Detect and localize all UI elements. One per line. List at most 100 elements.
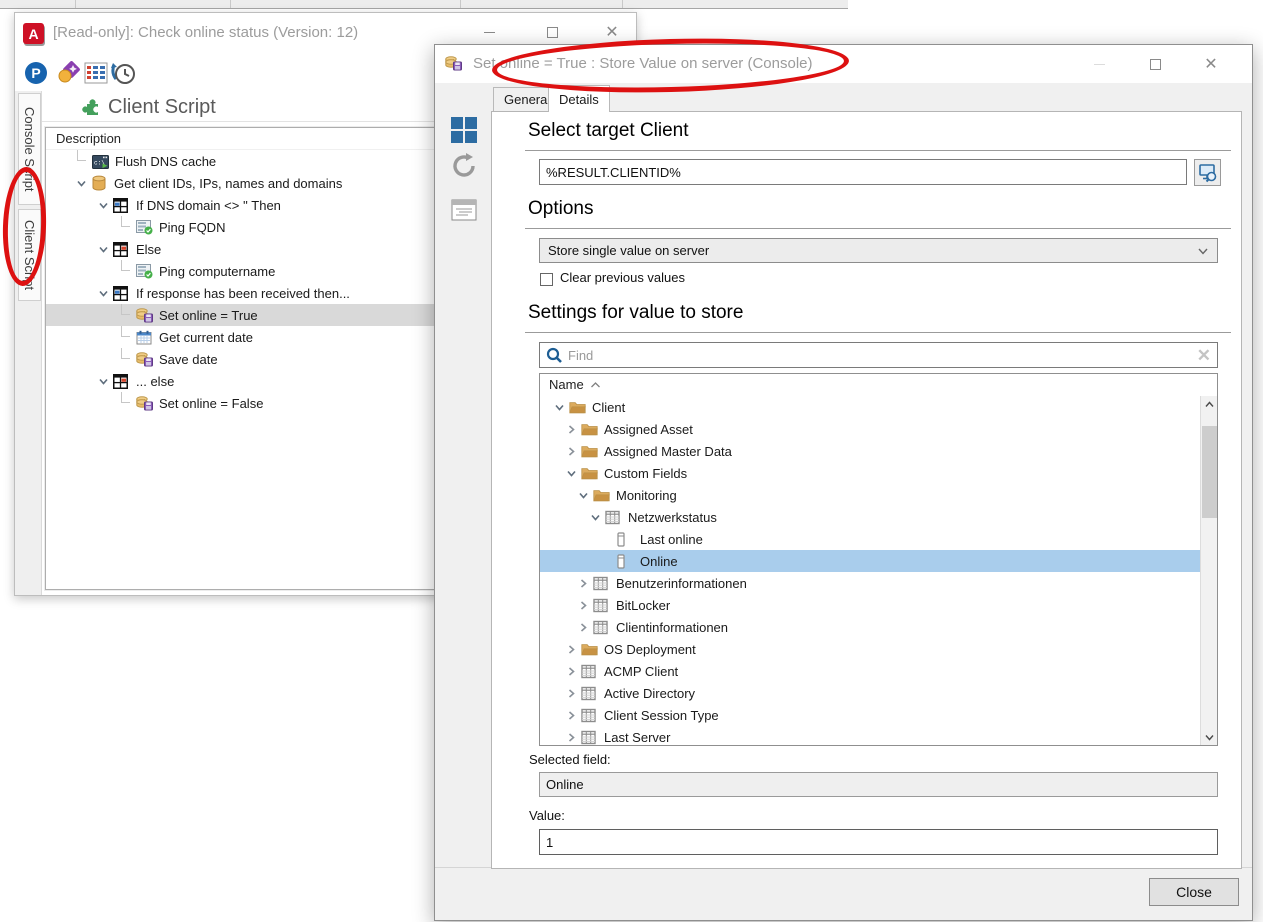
chevron-down-icon[interactable] — [76, 172, 91, 194]
close-dialog-button[interactable]: Close — [1149, 878, 1239, 906]
find-input[interactable] — [568, 348, 1191, 363]
scroll-up-button[interactable] — [1201, 396, 1218, 412]
dialog-footer: Close — [435, 867, 1252, 920]
data-grid-icon — [84, 62, 108, 84]
refresh-icon — [449, 151, 479, 181]
tree-row[interactable]: Assigned Asset — [540, 418, 1200, 440]
close-icon: ✕ — [605, 22, 618, 42]
tree-item-label: Client — [592, 400, 625, 415]
folder-icon — [581, 422, 599, 436]
scroll-down-button[interactable] — [1201, 729, 1218, 745]
tree-row[interactable]: ACMP Client — [540, 660, 1200, 682]
puzzle-icon — [82, 96, 103, 117]
store-mode-dropdown[interactable]: Store single value on server — [539, 238, 1218, 263]
chevron-right-icon[interactable] — [578, 594, 593, 616]
tree-item-label: Assigned Asset — [604, 422, 693, 437]
vertical-scrollbar[interactable] — [1200, 396, 1217, 745]
tree-connector — [121, 260, 130, 271]
tree-connector — [121, 326, 130, 337]
table-icon — [605, 510, 623, 525]
chevron-down-icon[interactable] — [98, 238, 113, 260]
refresh-sidebar-button[interactable] — [449, 151, 479, 181]
chevron-down-icon[interactable] — [98, 282, 113, 304]
tab-console-script[interactable]: Console Script — [18, 93, 41, 205]
maximize-icon — [547, 27, 558, 38]
history-toolbar-button[interactable] — [110, 60, 136, 86]
column-divider — [230, 0, 231, 8]
tree-item-label: Last Server — [604, 730, 670, 745]
tree-row[interactable]: Monitoring — [540, 484, 1200, 506]
maximize-button[interactable] — [1137, 45, 1173, 83]
chevron-right-icon[interactable] — [566, 440, 581, 462]
chevron-down-icon[interactable] — [554, 396, 569, 418]
chevron-right-icon[interactable] — [566, 638, 581, 660]
chevron-down-icon[interactable] — [98, 194, 113, 216]
tree-column-header[interactable]: Name — [540, 374, 1217, 396]
close-button[interactable]: ✕ — [1193, 45, 1229, 83]
tree-item-label: Monitoring — [616, 488, 677, 503]
tree-item-label: Ping FQDN — [159, 220, 225, 235]
tree-rows: Client Assigned Asset Assigned Master Data… — [540, 396, 1217, 745]
tree-item-label: Last online — [640, 532, 703, 547]
selected-field-value — [539, 772, 1218, 797]
tree-row[interactable]: BitLocker — [540, 594, 1200, 616]
tree-row[interactable]: Custom Fields — [540, 462, 1200, 484]
column-divider — [622, 0, 623, 8]
profile-toolbar-button[interactable]: P — [23, 60, 49, 86]
tree-row[interactable]: Assigned Master Data — [540, 440, 1200, 462]
tiles-sidebar-button[interactable] — [449, 115, 479, 145]
scrollbar-thumb[interactable] — [1202, 426, 1217, 518]
tree-row[interactable]: OS Deployment — [540, 638, 1200, 660]
store-icon — [136, 395, 154, 411]
tree-item-label: Else — [136, 242, 161, 257]
tab-label: General — [504, 92, 550, 107]
chevron-down-icon[interactable] — [566, 462, 581, 484]
value-input[interactable] — [539, 829, 1218, 855]
tab-details[interactable]: Details — [548, 85, 610, 112]
tree-item-label: Get current date — [159, 330, 253, 345]
tree-item-label: Set online = True — [159, 308, 258, 323]
share-toolbar-button[interactable] — [55, 60, 81, 86]
chevron-down-icon[interactable] — [578, 484, 593, 506]
field-icon — [617, 554, 635, 569]
tree-row[interactable]: Benutzerinformationen — [540, 572, 1200, 594]
tree-row[interactable]: Last Server — [540, 726, 1200, 745]
report-sidebar-button[interactable] — [449, 195, 479, 225]
acmp-app-icon: A — [23, 23, 44, 44]
clear-previous-values-checkbox[interactable] — [540, 273, 553, 286]
client-picker-button[interactable] — [1194, 159, 1221, 186]
section-divider — [525, 332, 1231, 333]
folder-icon — [593, 488, 611, 502]
tree-row[interactable]: Last online — [540, 528, 1200, 550]
chevron-right-icon[interactable] — [578, 616, 593, 638]
side-tab-strip: Console Script Client Script — [15, 91, 42, 595]
tree-item-label: Online — [640, 554, 678, 569]
target-client-input[interactable] — [539, 159, 1187, 185]
table-toolbar-button[interactable] — [83, 60, 109, 86]
tree-row[interactable]: Active Directory — [540, 682, 1200, 704]
chevron-right-icon[interactable] — [566, 726, 581, 745]
tree-row[interactable]: Client — [540, 396, 1200, 418]
tab-label: Console Script — [22, 107, 37, 192]
chevron-right-icon[interactable] — [566, 418, 581, 440]
clear-search-icon[interactable]: ✕ — [1197, 347, 1211, 364]
tree-row[interactable]: Online — [540, 550, 1200, 572]
dialog-titlebar[interactable]: Set online = True : Store Value on serve… — [435, 45, 1252, 83]
share-diamond-icon — [56, 61, 80, 85]
tab-label: Details — [559, 92, 599, 107]
tree-item-label: Get client IDs, IPs, names and domains — [114, 176, 342, 191]
chevron-down-icon[interactable] — [590, 506, 605, 528]
chevron-right-icon[interactable] — [566, 682, 581, 704]
chevron-right-icon[interactable] — [578, 572, 593, 594]
tree-row[interactable]: Netzwerkstatus — [540, 506, 1200, 528]
tab-client-script[interactable]: Client Script — [18, 209, 41, 301]
tree-row[interactable]: Client Session Type — [540, 704, 1200, 726]
tree-row[interactable]: Clientinformationen — [540, 616, 1200, 638]
table-icon — [593, 576, 611, 591]
folder-icon — [581, 466, 599, 480]
chevron-down-icon[interactable] — [98, 370, 113, 392]
tree-item-label: ACMP Client — [604, 664, 678, 679]
chevron-right-icon[interactable] — [566, 660, 581, 682]
chevron-right-icon[interactable] — [566, 704, 581, 726]
column-divider — [460, 0, 461, 8]
